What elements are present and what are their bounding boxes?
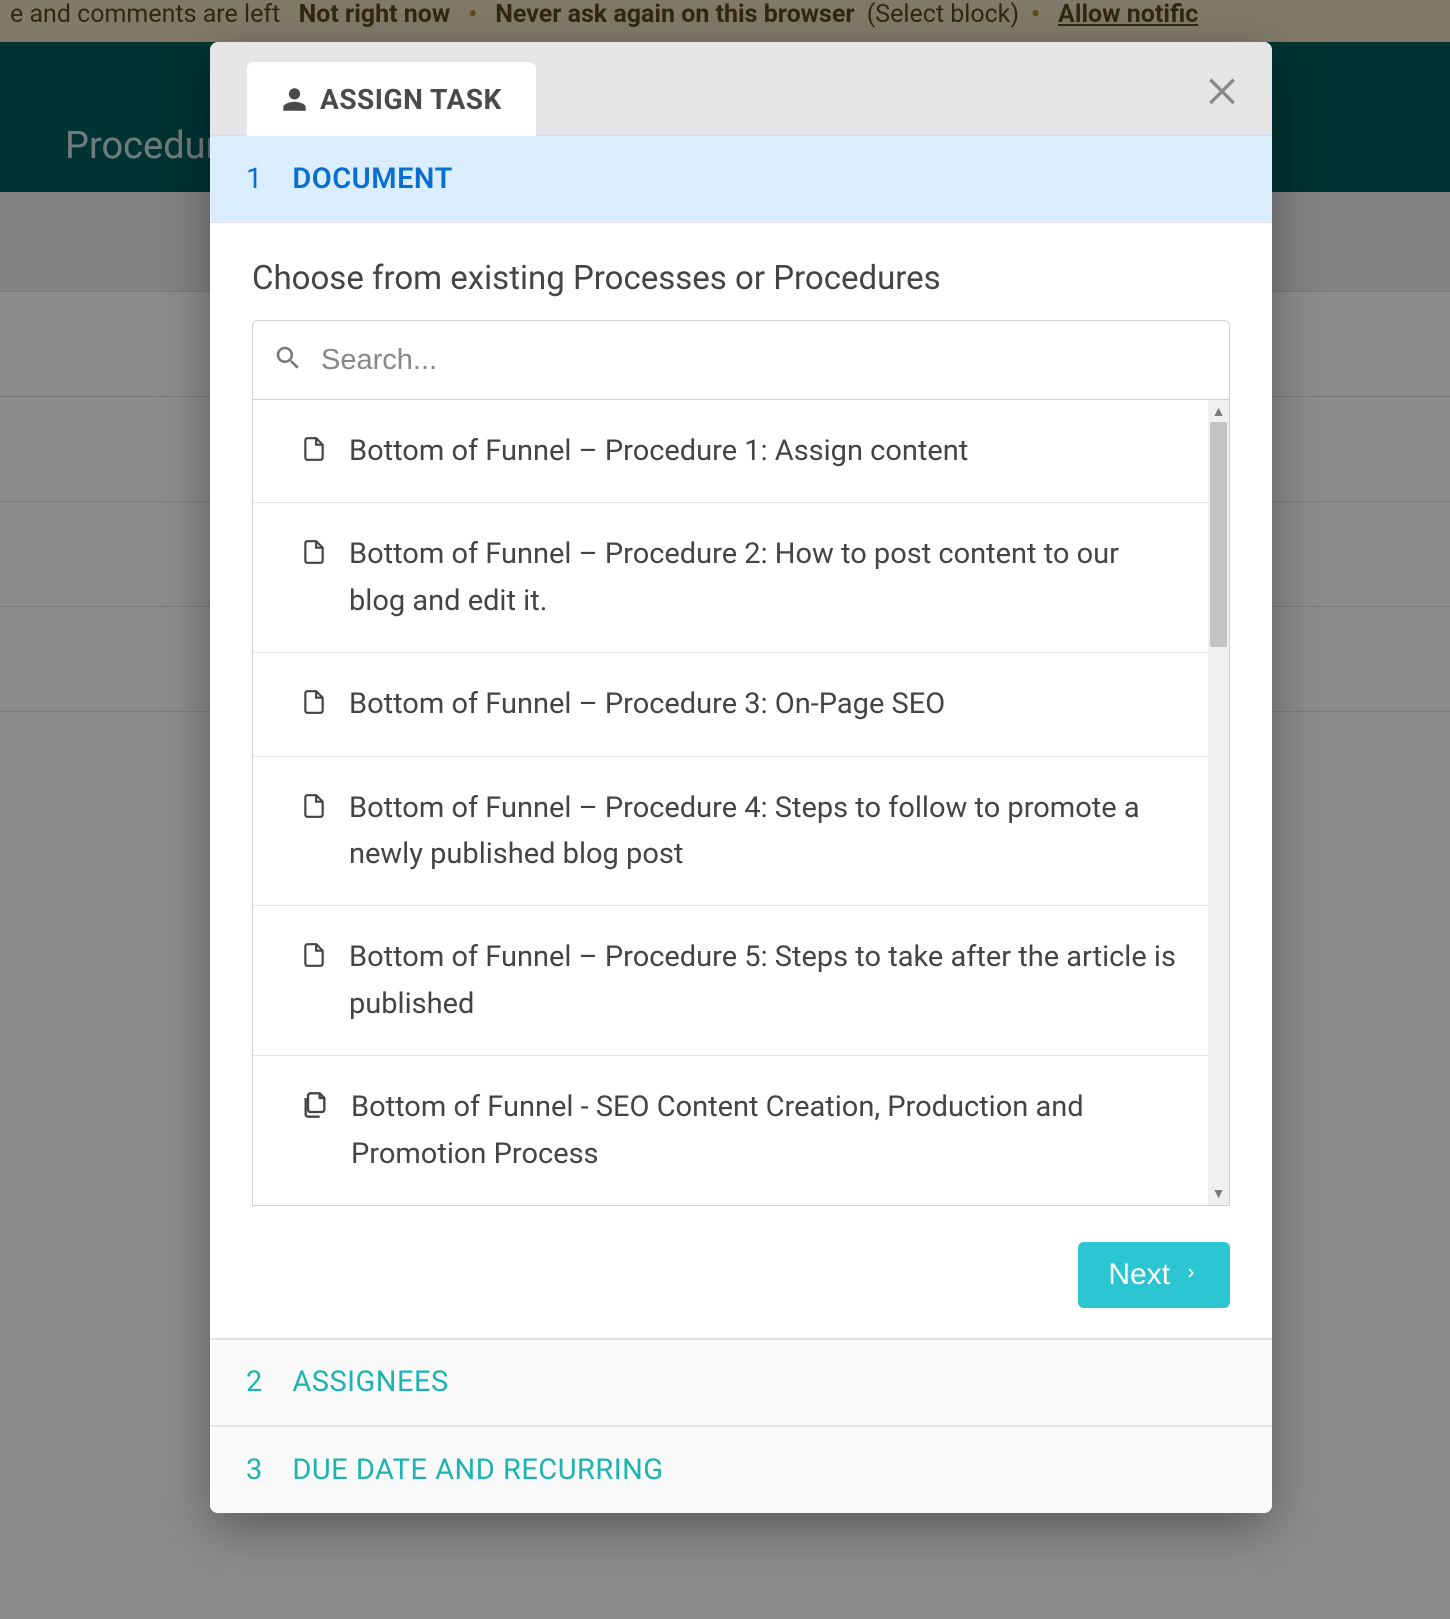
list-item[interactable]: Bottom of Funnel – Procedure 3: On-Page … (253, 653, 1208, 756)
list-item-label: Bottom of Funnel – Procedure 1: Assign c… (349, 428, 968, 474)
documents-stack-icon (301, 1090, 329, 1120)
scroll-thumb[interactable] (1210, 422, 1227, 647)
list-item-label: Bottom of Funnel – Procedure 5: Steps to… (349, 934, 1178, 1027)
step-2-number: 2 (246, 1365, 262, 1399)
list-item[interactable]: Bottom of Funnel – Procedure 2: How to p… (253, 503, 1208, 653)
step-2-header[interactable]: 2 ASSIGNEES (210, 1339, 1272, 1426)
list-item-label: Bottom of Funnel – Procedure 2: How to p… (349, 531, 1178, 624)
step-2-label: ASSIGNEES (292, 1365, 448, 1399)
next-button[interactable]: Next (1078, 1242, 1230, 1308)
documents-list: Bottom of Funnel – Procedure 1: Assign c… (252, 400, 1208, 1206)
step-3-label: DUE DATE AND RECURRING (292, 1453, 663, 1487)
list-item[interactable]: Bottom of Funnel – Procedure 4: Steps to… (253, 757, 1208, 907)
user-icon (281, 86, 308, 113)
document-icon (301, 791, 327, 821)
close-icon (1202, 69, 1242, 109)
list-item[interactable]: Bottom of Funnel – Procedure 1: Assign c… (253, 400, 1208, 503)
chevron-right-icon (1182, 1258, 1200, 1292)
tab-assign-task[interactable]: ASSIGN TASK (246, 61, 537, 136)
list-item-label: Bottom of Funnel – Procedure 3: On-Page … (349, 681, 945, 727)
document-icon (301, 537, 327, 567)
choose-prompt: Choose from existing Processes or Proced… (252, 259, 1230, 298)
step-3-header[interactable]: 3 DUE DATE AND RECURRING (210, 1426, 1272, 1513)
scroll-down-arrow[interactable]: ▼ (1208, 1183, 1229, 1205)
list-item-label: Bottom of Funnel – Procedure 4: Steps to… (349, 785, 1178, 878)
tab-assign-task-label: ASSIGN TASK (320, 83, 502, 116)
modal-header: ASSIGN TASK (210, 42, 1272, 136)
list-item[interactable]: Bottom of Funnel – Procedure 5: Steps to… (253, 906, 1208, 1056)
step-1-content: Choose from existing Processes or Proced… (210, 223, 1272, 1338)
scroll-up-arrow[interactable]: ▲ (1208, 400, 1229, 422)
search-field-wrapper[interactable] (252, 320, 1230, 400)
document-icon (301, 434, 327, 464)
list-item[interactable]: Bottom of Funnel - SEO Content Creation,… (253, 1056, 1208, 1205)
document-icon (301, 940, 327, 970)
next-button-label: Next (1108, 1258, 1170, 1292)
close-button[interactable] (1202, 69, 1242, 109)
list-item-label: Bottom of Funnel - SEO Content Creation,… (351, 1084, 1178, 1177)
step-1-label: DOCUMENT (292, 162, 453, 196)
search-input[interactable] (303, 344, 1209, 377)
scrollbar[interactable]: ▲ ▼ (1208, 400, 1230, 1206)
assign-task-modal: ASSIGN TASK 1 DOCUMENT Choose from exist… (210, 42, 1272, 1513)
step-1-header[interactable]: 1 DOCUMENT (210, 136, 1272, 223)
step-1-number: 1 (246, 162, 262, 196)
step-3-number: 3 (246, 1453, 262, 1487)
document-icon (301, 687, 327, 717)
search-icon (273, 343, 303, 377)
